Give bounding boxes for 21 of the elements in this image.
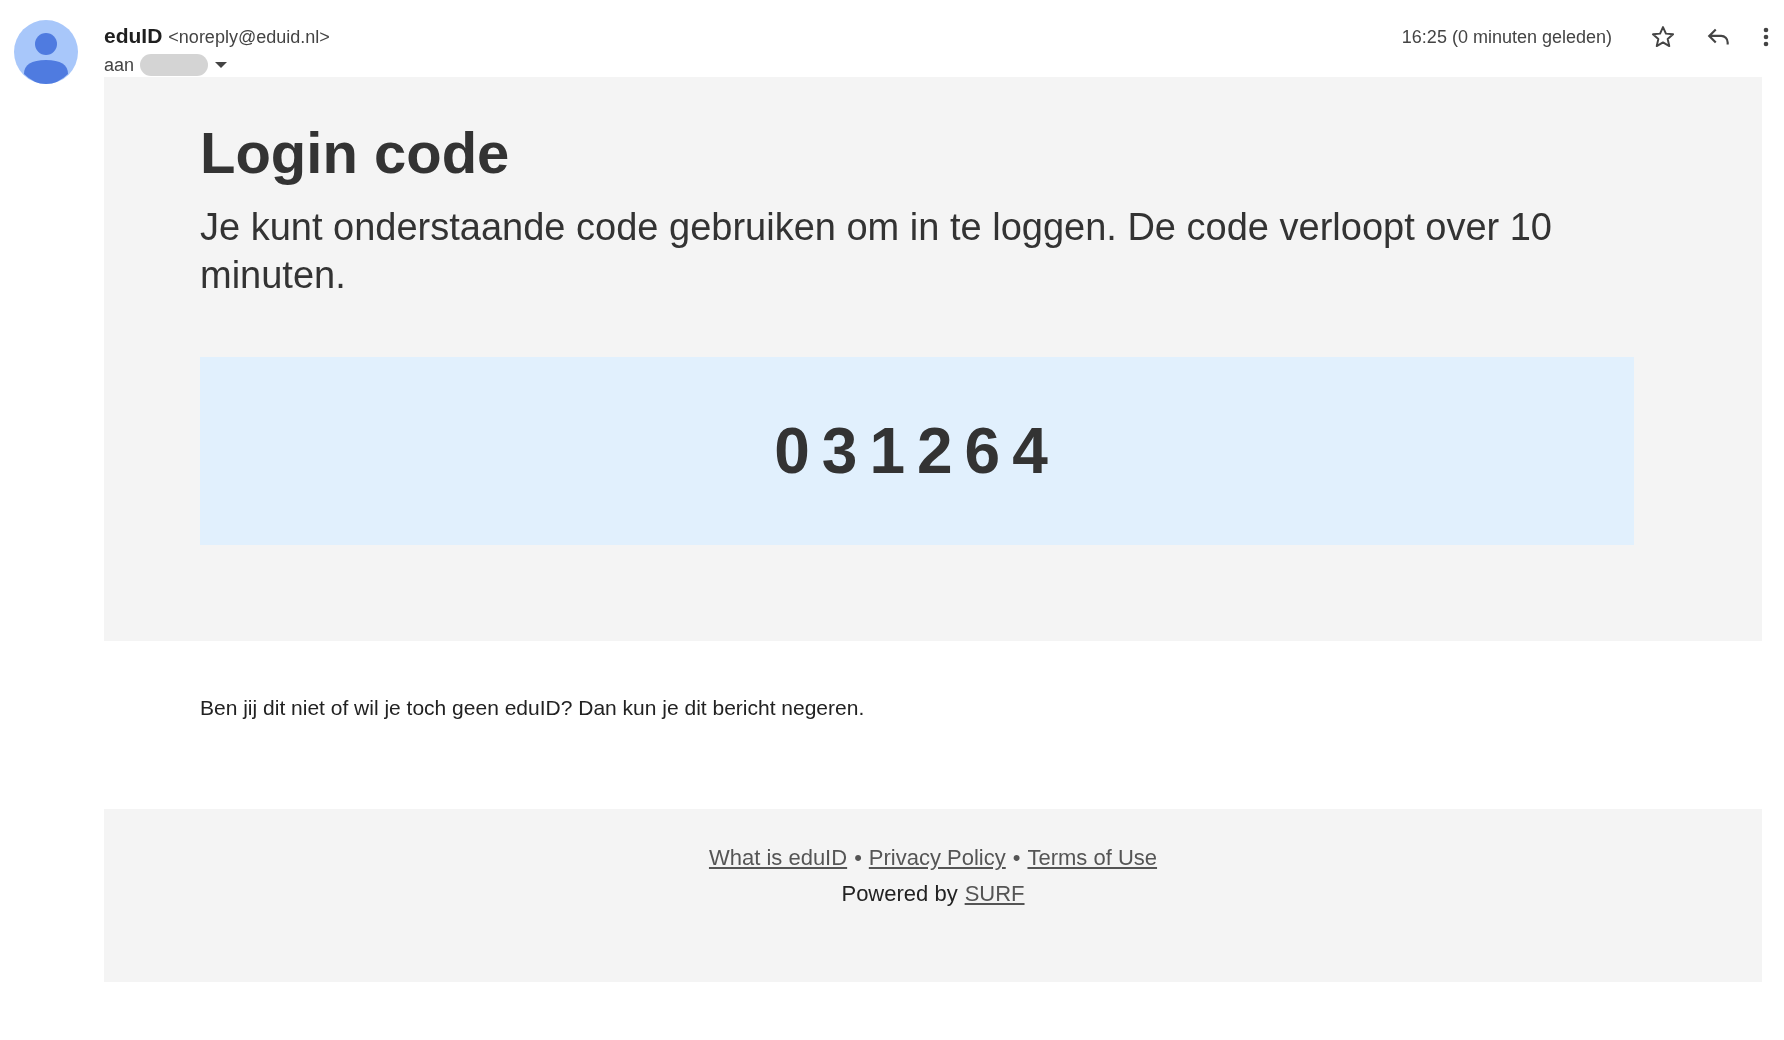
- footer-link[interactable]: Privacy Policy: [868, 844, 1006, 871]
- sender-name: eduID: [104, 24, 163, 48]
- separator-dot: •: [854, 844, 862, 871]
- powered-by-text: Powered by: [841, 880, 958, 907]
- separator-dot: •: [1012, 844, 1021, 871]
- details-dropdown[interactable]: [214, 61, 229, 69]
- message-title: Login code: [200, 121, 511, 185]
- login-code: 031264: [774, 413, 1060, 488]
- redacted-recipient: [140, 54, 209, 76]
- footer-link[interactable]: Terms of Use: [1027, 844, 1158, 871]
- intro-paragraph: Je kunt onderstaande code gebruiken om in te loggen. De code verloopt over 10 minuten.: [200, 204, 1553, 298]
- star-button[interactable]: [1650, 24, 1676, 50]
- sender-email: <noreply@eduid.nl>: [168, 27, 330, 48]
- recipient-label: aan: [104, 54, 135, 76]
- disclaimer-text: Ben jij dit niet of wil je toch geen eduID? Dan kun je dit bericht negeren.: [199, 694, 866, 721]
- caret-icon: [214, 61, 229, 69]
- footer-link[interactable]: What is eduID: [708, 844, 848, 871]
- surf-link[interactable]: SURF: [964, 880, 1025, 907]
- more-options-button[interactable]: [1762, 25, 1770, 49]
- avatar-icon: [14, 20, 78, 84]
- timestamp: 16:25 (0 minuten geleden): [1401, 26, 1612, 48]
